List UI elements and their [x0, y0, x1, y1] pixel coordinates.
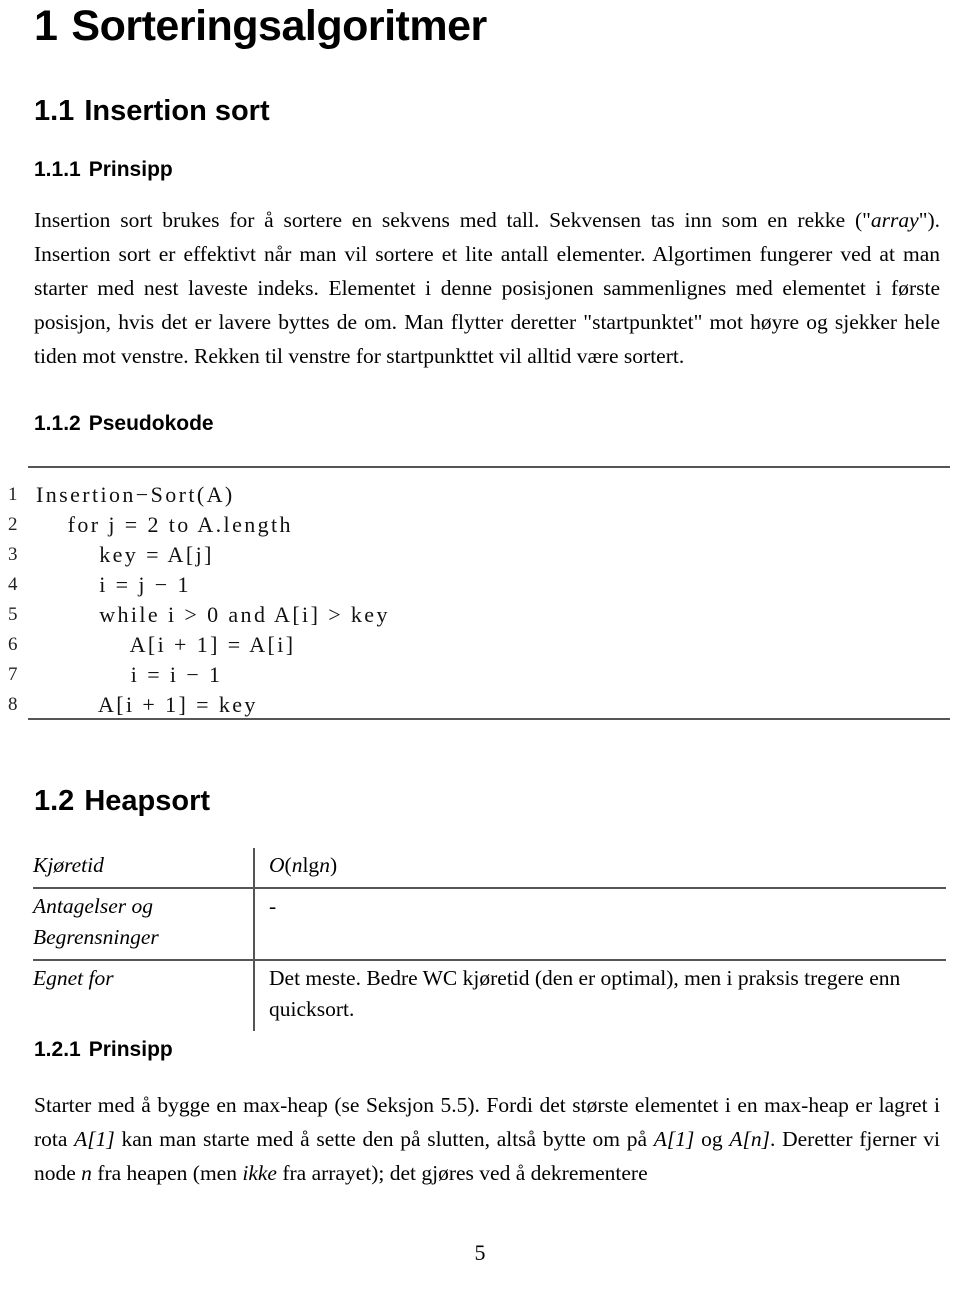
- paragraph-text-part2: kan man starte med å sette den på slutte…: [114, 1127, 654, 1151]
- code-line-text: i = j − 1: [36, 572, 191, 597]
- code-line-number: 6: [8, 634, 18, 655]
- table-cell-value: -: [253, 887, 946, 960]
- subsection-number: 1.1.1: [34, 158, 81, 181]
- subsection-number: 1.1.2: [34, 412, 81, 435]
- code-line: 2 for j = 2 to A.length: [0, 510, 960, 540]
- pseudocode-lines: 1 Insertion−Sort(A) 2 for j = 2 to A.len…: [0, 480, 960, 720]
- table-row: Egnet for Det meste. Bedre WC kjøretid (…: [33, 959, 946, 1031]
- paragraph-emphasis-array: array: [870, 208, 919, 232]
- paragraph-text-part1: Insertion sort brukes for å sortere en s…: [34, 208, 871, 232]
- table-cell-label-line2: Begrensninger: [33, 925, 159, 949]
- code-line: 8 A[i + 1] = key: [0, 690, 960, 720]
- paragraph-text-part5: fra heapen (men: [91, 1161, 243, 1185]
- code-line-text: for j = 2 to A.length: [36, 512, 293, 537]
- code-line: 4 i = j − 1: [0, 570, 960, 600]
- table-cell-label-line1: Antagelser og: [33, 894, 154, 918]
- listing-rule-bottom: [28, 718, 950, 720]
- code-line-number: 4: [8, 574, 18, 595]
- paragraph-text-part6: fra arrayet); det gjøres ved å dekrement…: [276, 1161, 648, 1185]
- paragraph-insertion-prinsipp: Insertion sort brukes for å sortere en s…: [34, 203, 940, 373]
- code-line-text: Insertion−Sort(A): [36, 482, 235, 507]
- section-number: 1.2: [34, 785, 75, 817]
- formula-lg: lg: [302, 853, 320, 877]
- table-cell-label: Kjøretid: [33, 853, 104, 877]
- table-cell-value: O(nlgn): [253, 848, 946, 888]
- code-line-number: 7: [8, 664, 18, 685]
- code-line-text: i = i − 1: [36, 662, 223, 687]
- paragraph-text-part2: "). Insertion sort er effektivt når man …: [34, 208, 940, 368]
- subsection-heading-heapsort-prinsipp: 1.2.1 Prinsipp: [34, 1038, 173, 1062]
- code-line-number: 5: [8, 604, 18, 625]
- code-line: 3 key = A[j]: [0, 540, 960, 570]
- paragraph-text-part3: og: [694, 1127, 730, 1151]
- formula-n1: n: [291, 853, 303, 877]
- listing-rule-top: [28, 466, 950, 468]
- code-line: 1 Insertion−Sort(A): [0, 480, 960, 510]
- document-page: 1 Sorteringsalgoritmer 1.1 Insertion sort …: [0, 0, 960, 1290]
- pseudocode-listing: 1 Insertion−Sort(A) 2 for j = 2 to A.len…: [0, 466, 960, 720]
- code-line-number: 1: [8, 484, 18, 505]
- table-row: Kjøretid O(nlgn): [33, 848, 946, 888]
- formula-paren-close: ): [329, 853, 338, 877]
- subsection-title: Prinsipp: [88, 158, 173, 181]
- heapsort-info-table: Kjøretid O(nlgn) Antagelser og Begrensni…: [33, 848, 946, 1031]
- paragraph-emphasis-ikke: ikke: [242, 1161, 277, 1185]
- section-heading-insertion-sort: 1.1 Insertion sort: [34, 95, 270, 128]
- paragraph-emphasis-an: A[n]: [729, 1127, 770, 1151]
- table-cell-value: Det meste. Bedre WC kjøretid (den er opt…: [253, 959, 946, 1031]
- chapter-title: Sorteringsalgoritmer: [71, 2, 487, 50]
- table-row: Antagelser og Begrensninger -: [33, 887, 946, 960]
- paragraph-emphasis-a1: A[1]: [74, 1127, 115, 1151]
- subsection-heading-pseudokode: 1.1.2 Pseudokode: [34, 412, 214, 436]
- subsection-heading-insertion-prinsipp: 1.1.1 Prinsipp: [34, 158, 173, 182]
- chapter-number: 1: [34, 2, 58, 50]
- table-cell-label: Antagelser og Begrensninger: [33, 887, 254, 960]
- formula-paren-open: (: [284, 853, 292, 877]
- section-title: Heapsort: [84, 785, 211, 817]
- code-line-text: A[i + 1] = A[i]: [36, 632, 296, 657]
- section-number: 1.1: [34, 95, 75, 127]
- section-heading-heapsort: 1.2 Heapsort: [34, 785, 210, 818]
- subsection-number: 1.2.1: [34, 1038, 81, 1061]
- complexity-formula: O(nlgn): [269, 853, 337, 877]
- code-line-number: 3: [8, 544, 18, 565]
- table-cell-label: Egnet for: [33, 959, 254, 1031]
- chapter-heading: 1 Sorteringsalgoritmer: [34, 2, 487, 51]
- code-line: 5 while i > 0 and A[i] > key: [0, 600, 960, 630]
- paragraph-emphasis-a1-b: A[1]: [653, 1127, 695, 1151]
- subsection-title: Pseudokode: [88, 412, 214, 435]
- code-line-text: while i > 0 and A[i] > key: [36, 602, 390, 627]
- formula-n2: n: [319, 853, 330, 877]
- section-title: Insertion sort: [84, 95, 270, 127]
- paragraph-heapsort-prinsipp: Starter med å bygge en max-heap (se Seks…: [34, 1088, 940, 1190]
- paragraph-emphasis-n: n: [81, 1161, 92, 1185]
- code-line-number: 8: [8, 694, 18, 715]
- code-line-text: key = A[j]: [36, 542, 214, 567]
- code-line-number: 2: [8, 514, 18, 535]
- page-number: 5: [474, 1240, 486, 1265]
- subsection-title: Prinsipp: [88, 1038, 173, 1061]
- code-line-text: A[i + 1] = key: [36, 692, 258, 717]
- formula-o: O: [269, 853, 285, 877]
- code-line: 6 A[i + 1] = A[i]: [0, 630, 960, 660]
- code-line: 7 i = i − 1: [0, 660, 960, 690]
